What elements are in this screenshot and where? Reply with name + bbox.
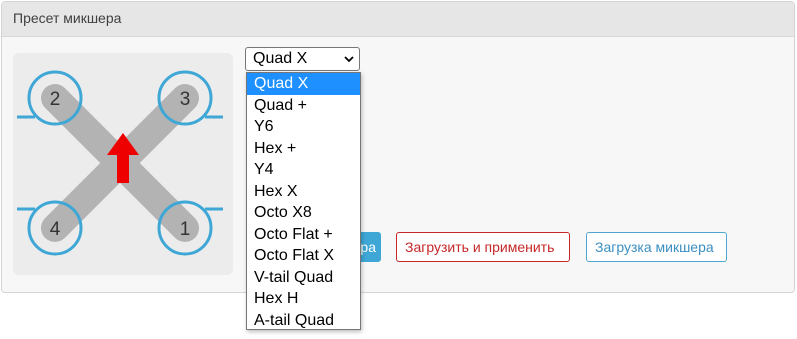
mixer-diagram-svg: 2 3 4 1 bbox=[17, 70, 223, 256]
mixer-type-select[interactable]: Quad X bbox=[245, 47, 360, 71]
mixer-option-octo-flat-x[interactable]: Octo Flat X bbox=[247, 245, 360, 267]
panel-title: Пресет микшера bbox=[13, 10, 122, 26]
mixer-option-v-tail-quad[interactable]: V-tail Quad bbox=[247, 267, 360, 289]
motor-label-3: 3 bbox=[180, 89, 191, 110]
chevron-down-icon bbox=[344, 56, 354, 63]
mixer-type-dropdown: Quad X Quad + Y6 Hex + Y4 Hex X Octo X8 … bbox=[246, 72, 361, 330]
motor-label-2: 2 bbox=[50, 89, 61, 110]
mixer-option-hex-plus[interactable]: Hex + bbox=[247, 138, 360, 160]
load-and-apply-button[interactable]: Загрузить и применить bbox=[396, 232, 570, 262]
mixer-option-hex-x[interactable]: Hex X bbox=[247, 181, 360, 203]
mixer-option-y6[interactable]: Y6 bbox=[247, 116, 360, 138]
mixer-option-hex-h[interactable]: Hex H bbox=[247, 288, 360, 310]
panel-header: Пресет микшера bbox=[2, 2, 794, 37]
mixer-option-octo-x8[interactable]: Octo X8 bbox=[247, 202, 360, 224]
mixer-option-quad-plus[interactable]: Quad + bbox=[247, 95, 360, 117]
mixer-option-quad-x[interactable]: Quad X bbox=[247, 73, 360, 95]
quad-x-diagram: 2 3 4 1 bbox=[13, 53, 233, 275]
mixer-option-y4[interactable]: Y4 bbox=[247, 159, 360, 181]
motor-label-4: 4 bbox=[50, 219, 61, 240]
mixer-option-octo-flat-plus[interactable]: Octo Flat + bbox=[247, 224, 360, 246]
mixer-option-a-tail-quad[interactable]: A-tail Quad bbox=[247, 310, 360, 332]
load-mixer-button[interactable]: Загрузка микшера bbox=[586, 232, 727, 262]
mixer-select-value: Quad X bbox=[253, 50, 308, 67]
motor-label-1: 1 bbox=[180, 219, 191, 240]
